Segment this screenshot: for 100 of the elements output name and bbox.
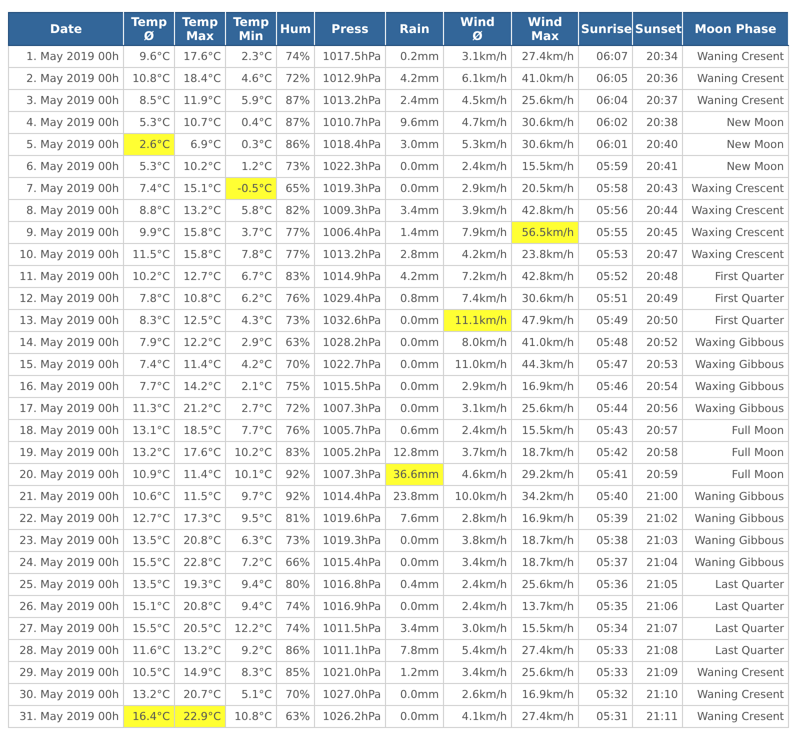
table-cell: 18.7km/h [512, 552, 578, 574]
table-cell: 20.8°C [174, 530, 226, 552]
table-cell: 81% [276, 508, 314, 530]
table-cell: 0.6mm [386, 420, 444, 442]
table-cell: Waxing Crescent [682, 244, 788, 266]
table-cell: 18.4°C [174, 68, 226, 90]
table-cell: 5.8°C [226, 200, 276, 222]
table-cell: 12.8mm [386, 442, 444, 464]
table-cell: 05:33 [578, 662, 632, 684]
table-cell: 25.6km/h [512, 574, 578, 596]
table-cell: Full Moon [682, 442, 788, 464]
table-cell: 1019.3hPa [314, 178, 386, 200]
table-cell: 05:52 [578, 266, 632, 288]
table-cell: 10.8°C [226, 706, 276, 728]
table-cell: 1007.3hPa [314, 464, 386, 486]
table-cell: 22. May 2019 00h [8, 508, 124, 530]
table-cell: 5.3°C [124, 112, 174, 134]
table-cell: 05:38 [578, 530, 632, 552]
table-cell: 30. May 2019 00h [8, 684, 124, 706]
table-cell: 20:37 [632, 90, 682, 112]
table-cell: 73% [276, 156, 314, 178]
table-cell: 0.0mm [386, 310, 444, 332]
table-cell: 80% [276, 574, 314, 596]
table-cell: 25.6km/h [512, 662, 578, 684]
table-cell: 0.0mm [386, 552, 444, 574]
table-cell: 20:50 [632, 310, 682, 332]
table-cell: Waning Gibbous [682, 486, 788, 508]
table-cell: 4.2mm [386, 68, 444, 90]
table-cell: 0.0mm [386, 178, 444, 200]
table-cell: 92% [276, 464, 314, 486]
table-cell: 05:58 [578, 178, 632, 200]
table-cell: 11.0km/h [444, 354, 512, 376]
table-cell: 23.8km/h [512, 244, 578, 266]
table-cell: 7.6mm [386, 508, 444, 530]
table-cell: 9.4°C [226, 596, 276, 618]
table-cell: 8.0km/h [444, 332, 512, 354]
table-cell: 2.6°C [124, 134, 174, 156]
table-cell: 13.5°C [124, 574, 174, 596]
column-header: Temp Max [174, 12, 226, 46]
table-cell: 7.8°C [226, 244, 276, 266]
table-cell: 3.8km/h [444, 530, 512, 552]
table-cell: 05:42 [578, 442, 632, 464]
table-cell: 11.5°C [124, 244, 174, 266]
table-cell: 05:43 [578, 420, 632, 442]
table-cell: Waning Cresent [682, 706, 788, 728]
table-cell: 82% [276, 200, 314, 222]
table-cell: 4.2°C [226, 354, 276, 376]
table-cell: 17.6°C [174, 46, 226, 68]
table-cell: 4.2mm [386, 266, 444, 288]
table-cell: Waxing Gibbous [682, 354, 788, 376]
table-cell: 05:53 [578, 244, 632, 266]
table-cell: 22.9°C [174, 706, 226, 728]
table-cell: 11.3°C [124, 398, 174, 420]
table-cell: 9.5°C [226, 508, 276, 530]
table-cell: 9.7°C [226, 486, 276, 508]
table-cell: 15.5km/h [512, 420, 578, 442]
table-cell: 3.0km/h [444, 618, 512, 640]
table-cell: 27.4km/h [512, 640, 578, 662]
table-cell: 1011.1hPa [314, 640, 386, 662]
table-cell: 4. May 2019 00h [8, 112, 124, 134]
table-cell: 21:08 [632, 640, 682, 662]
table-cell: 0.0mm [386, 156, 444, 178]
table-cell: 4.6°C [226, 68, 276, 90]
table-cell: 1006.4hPa [314, 222, 386, 244]
table-cell: 1022.3hPa [314, 156, 386, 178]
table-cell: 3.1km/h [444, 398, 512, 420]
table-cell: Waning Cresent [682, 46, 788, 68]
table-cell: 73% [276, 530, 314, 552]
table-cell: 0.0mm [386, 376, 444, 398]
table-cell: 6. May 2019 00h [8, 156, 124, 178]
table-cell: 0.0mm [386, 706, 444, 728]
table-cell: 8.3°C [226, 662, 276, 684]
table-cell: 20:48 [632, 266, 682, 288]
table-cell: 11.5°C [174, 486, 226, 508]
column-header: Press [314, 12, 386, 46]
table-cell: 10.9°C [124, 464, 174, 486]
table-cell: 7.9km/h [444, 222, 512, 244]
table-cell: 21:10 [632, 684, 682, 706]
table-cell: 1015.5hPa [314, 376, 386, 398]
table-cell: 72% [276, 398, 314, 420]
table-cell: 0.2mm [386, 46, 444, 68]
table-cell: 05:37 [578, 552, 632, 574]
table-cell: 7.7°C [124, 376, 174, 398]
table-cell: 11. May 2019 00h [8, 266, 124, 288]
table-cell: First Quarter [682, 310, 788, 332]
table-cell: 75% [276, 376, 314, 398]
table-cell: Waning Gibbous [682, 552, 788, 574]
table-cell: 6.2°C [226, 288, 276, 310]
table-cell: New Moon [682, 134, 788, 156]
table-cell: Waning Gibbous [682, 508, 788, 530]
table-cell: 1007.3hPa [314, 398, 386, 420]
table-cell: 05:48 [578, 332, 632, 354]
table-cell: Last Quarter [682, 596, 788, 618]
table-cell: 16.9km/h [512, 376, 578, 398]
table-cell: 15.8°C [174, 222, 226, 244]
table-cell: 20:52 [632, 332, 682, 354]
table-cell: 06:05 [578, 68, 632, 90]
table-cell: 3.4mm [386, 618, 444, 640]
table-cell: 15.1°C [124, 596, 174, 618]
table-cell: 21:00 [632, 486, 682, 508]
